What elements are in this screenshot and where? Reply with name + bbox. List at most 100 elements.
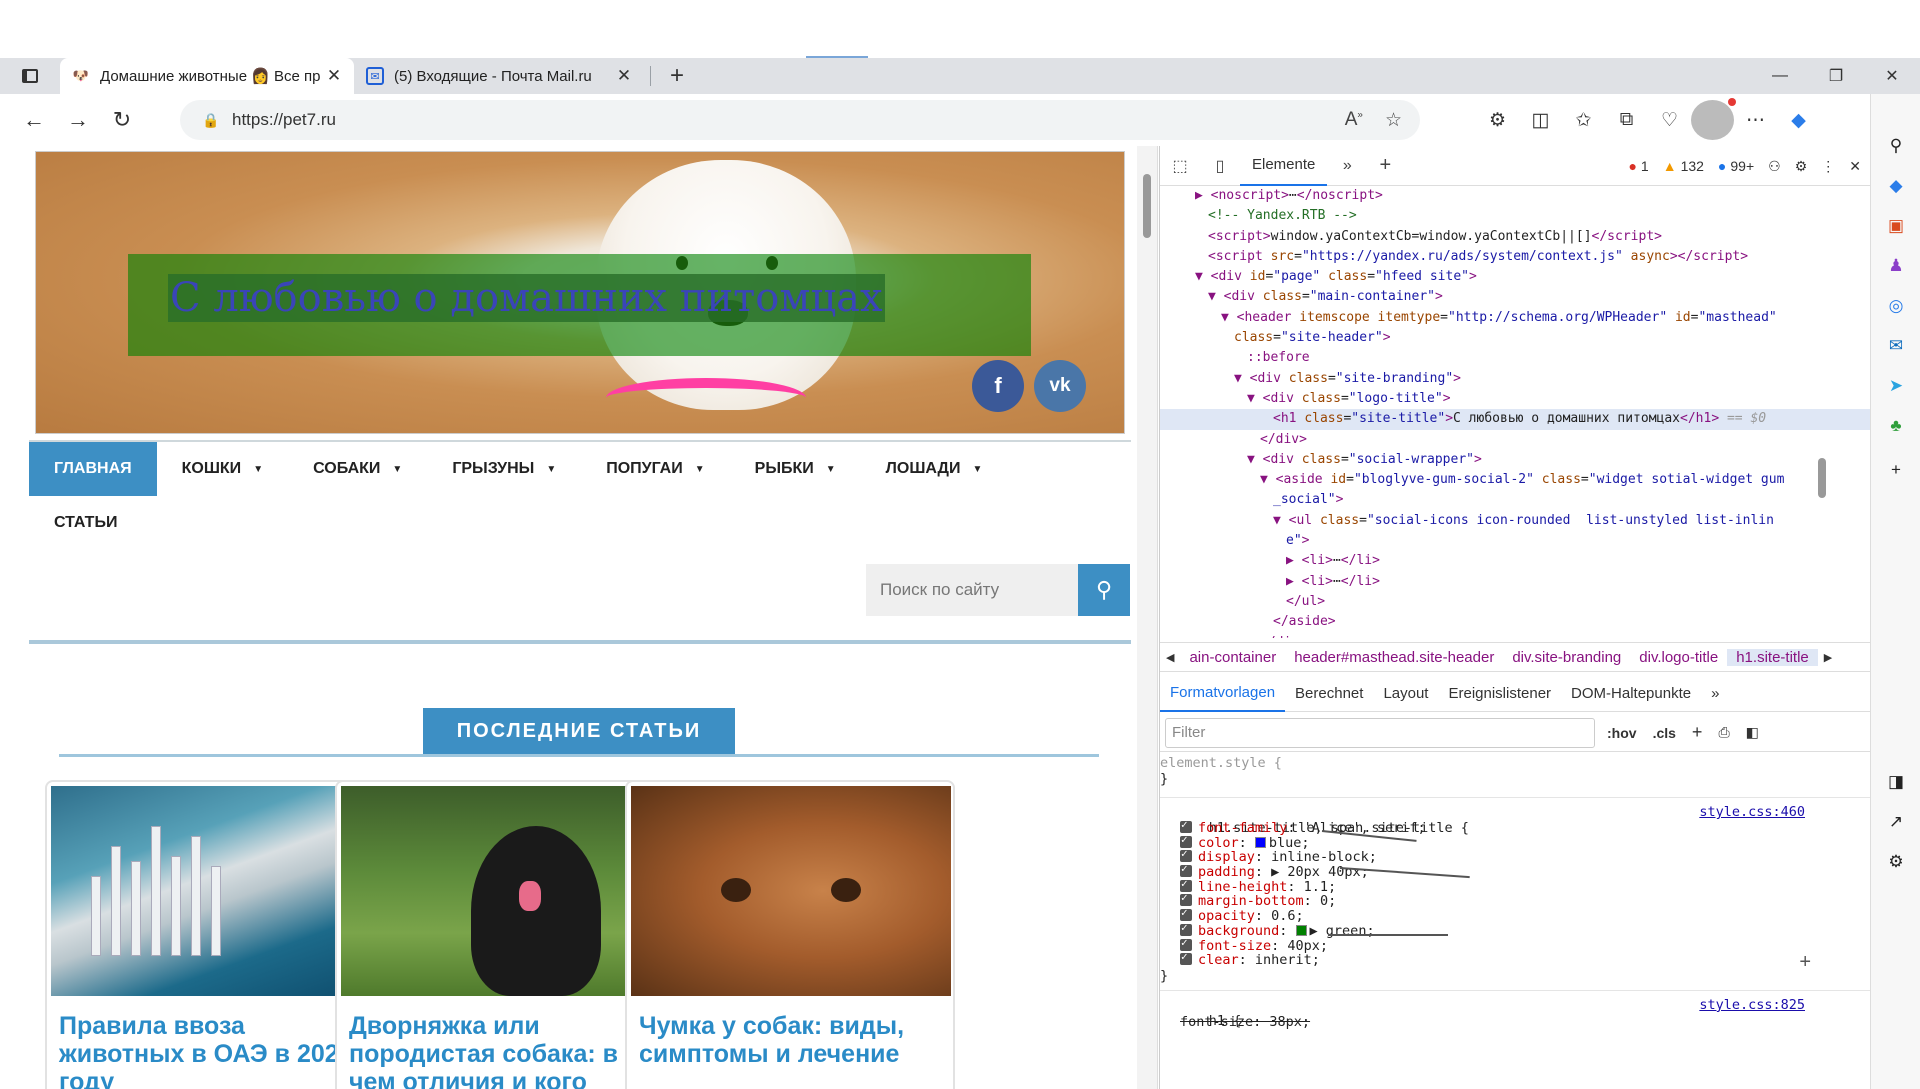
article-title[interactable]: Дворняжка или породистая собака: в чем о… — [341, 996, 659, 1089]
nav-item-cats[interactable]: КОШКИ ▼ — [157, 442, 288, 496]
css-declaration[interactable]: padding: ▶ 20px 40px; — [1160, 862, 1871, 880]
dom-node-line[interactable]: ▶ <noscript>⋯</noscript> — [1160, 186, 1871, 206]
close-icon[interactable]: ✕ — [324, 66, 344, 86]
checkbox-icon[interactable] — [1180, 906, 1192, 922]
dom-scrollbar[interactable] — [1816, 198, 1828, 638]
close-devtools-icon[interactable]: ✕ — [1849, 158, 1861, 175]
profile-avatar[interactable] — [1691, 98, 1736, 140]
checkbox-icon[interactable] — [1180, 950, 1192, 966]
extensions-icon[interactable]: ⚙ — [1476, 100, 1519, 140]
tab-event-listeners[interactable]: Ereignislistener — [1438, 676, 1561, 712]
outlook-icon[interactable]: ✉ — [1880, 330, 1912, 362]
read-aloud-icon[interactable]: A» — [1345, 109, 1363, 131]
scrollbar-thumb[interactable] — [1818, 458, 1826, 498]
dom-node-line[interactable]: ▼ <aside id="bloglyve-gum-social-2" clas… — [1160, 470, 1871, 490]
favorite-star-icon[interactable]: ☆ — [1385, 109, 1402, 132]
dom-node-line[interactable]: class="site-header"> — [1160, 328, 1871, 348]
lock-icon[interactable]: 🔒 — [202, 112, 219, 129]
hov-toggle[interactable]: :hov — [1607, 725, 1637, 741]
tools-icon[interactable]: ▣ — [1880, 210, 1912, 242]
sidebar-toggle-icon[interactable]: ◧ — [1746, 724, 1759, 741]
css-declaration[interactable]: font-size: 40px; — [1160, 936, 1871, 954]
settings-gear-icon[interactable]: ⚙ — [1795, 158, 1808, 175]
tab-elements[interactable]: Elemente — [1240, 146, 1328, 186]
telegram-icon[interactable]: ➤ — [1880, 370, 1912, 402]
reload-button[interactable]: ↻ — [100, 100, 144, 140]
breadcrumb-item[interactable]: header#masthead.site-header — [1285, 649, 1503, 666]
dom-node-line[interactable]: ▼ <div class="logo-title"> — [1160, 389, 1871, 409]
add-declaration-icon[interactable]: + — [1799, 951, 1811, 974]
article-card[interactable]: Правила ввоза животных в ОАЭ в 2023 году — [45, 780, 375, 1089]
dom-node-line[interactable]: ▶ <li>⋯</li> — [1160, 572, 1871, 592]
breadcrumb-item[interactable]: div.site-branding — [1503, 649, 1630, 666]
vk-icon[interactable]: vk — [1034, 360, 1086, 412]
dom-node-line[interactable]: ▼ <header itemscope itemtype="http://sch… — [1160, 308, 1871, 328]
new-tab-button[interactable]: + — [657, 62, 697, 90]
copilot-app-icon[interactable]: ◎ — [1880, 290, 1912, 322]
hide-sidebar-icon[interactable]: ◨ — [1880, 766, 1912, 798]
dom-node-line[interactable]: ▼ <div class="site-branding"> — [1160, 369, 1871, 389]
filter-input[interactable]: Filter — [1165, 717, 1595, 748]
dom-node-line[interactable]: <script src="https://yandex.ru/ads/syste… — [1160, 247, 1871, 267]
rule-source-link[interactable]: style.css:460 — [1699, 804, 1805, 820]
checkbox-icon[interactable] — [1180, 891, 1192, 907]
more-menu-icon[interactable]: ⋯ — [1734, 100, 1777, 140]
article-title[interactable]: Чумка у собак: виды, симптомы и лечение — [631, 996, 949, 1068]
more-tabs-icon[interactable]: » — [1327, 157, 1367, 175]
tab-computed[interactable]: Berechnet — [1285, 676, 1373, 712]
checkbox-icon[interactable] — [1180, 862, 1192, 878]
checkbox-icon[interactable] — [1180, 818, 1192, 833]
css-declaration[interactable]: color: blue; — [1160, 833, 1871, 851]
css-declaration[interactable]: line-height: 1.1; — [1160, 877, 1871, 895]
sidebar-settings-icon[interactable]: ⚙ — [1880, 846, 1912, 878]
dom-node-line[interactable]: </aside> — [1160, 612, 1871, 632]
device-toolbar-icon[interactable]: ▯ — [1200, 156, 1240, 176]
dom-node-line[interactable]: <h1 class="site-title">С любовью о домаш… — [1160, 409, 1871, 430]
breadcrumb-item[interactable]: div.logo-title — [1630, 649, 1727, 666]
shopping-tag-icon[interactable]: ◆ — [1880, 170, 1912, 202]
more-subtabs-icon[interactable]: » — [1701, 676, 1729, 712]
favorites-icon[interactable]: ✩ — [1562, 100, 1605, 140]
checkbox-icon[interactable] — [1180, 833, 1192, 848]
dom-node-line[interactable]: e"> — [1160, 531, 1871, 551]
new-rule-icon[interactable]: + — [1692, 722, 1703, 743]
copilot-icon[interactable]: ◆ — [1777, 100, 1820, 140]
tab-actions-button[interactable] — [0, 58, 60, 94]
article-image-beagle[interactable] — [631, 786, 951, 996]
checkbox-icon[interactable] — [1180, 847, 1192, 863]
browser-essentials-icon[interactable]: ♡ — [1648, 100, 1691, 140]
article-image-dubai[interactable] — [51, 786, 371, 996]
error-count[interactable]: 1 — [1628, 158, 1649, 174]
search-button[interactable]: ⚲ — [1078, 564, 1130, 616]
nav-item-parrots[interactable]: ПОПУГАИ ▼ — [581, 442, 729, 496]
dom-node-line[interactable]: ▶ <li>⋯</li> — [1160, 551, 1871, 571]
site-title-box[interactable]: С любовью о домашних питомцах — [128, 254, 1031, 356]
article-card[interactable]: Дворняжка или породистая собака: в чем о… — [335, 780, 665, 1089]
nav-item-horses[interactable]: ЛОШАДИ ▼ — [861, 442, 1008, 496]
color-swatch[interactable] — [1254, 836, 1266, 848]
css-declaration[interactable]: opacity: 0.6; — [1160, 906, 1871, 924]
cls-toggle[interactable]: .cls — [1653, 725, 1676, 741]
more-options-icon[interactable]: ⋮ — [1821, 158, 1835, 175]
article-image-dog-paw[interactable] — [341, 786, 661, 996]
scrollbar-thumb[interactable] — [1143, 174, 1151, 238]
warning-count[interactable]: 132 — [1663, 158, 1704, 174]
facebook-icon[interactable]: f — [972, 360, 1024, 412]
nav-item-articles[interactable]: СТАТЬИ — [29, 496, 1131, 550]
checkbox-icon[interactable] — [1180, 921, 1192, 936]
search-input[interactable]: Поиск по сайту — [866, 564, 1078, 616]
open-external-icon[interactable]: ↗ — [1880, 806, 1912, 838]
article-title[interactable]: Правила ввоза животных в ОАЭ в 2023 году — [51, 996, 369, 1089]
restore-icon[interactable]: ❐ — [1808, 58, 1864, 94]
css-declaration[interactable]: display: inline-block; — [1160, 847, 1871, 865]
css-declaration[interactable]: clear: inherit; — [1160, 950, 1871, 968]
checkbox-icon[interactable] — [1180, 936, 1192, 951]
dom-node-line[interactable]: <script>window.yaContextCb=window.yaCont… — [1160, 227, 1871, 247]
dom-node-line[interactable]: </div> — [1160, 633, 1871, 638]
search-icon[interactable]: ⚲ — [1880, 130, 1912, 162]
issues-icon[interactable]: ⚇ — [1768, 158, 1781, 175]
dom-node-line[interactable]: ▼ <ul class="social-icons icon-rounded l… — [1160, 511, 1871, 531]
tab-mail[interactable]: ✉ (5) Входящие - Почта Mail.ru ✕ — [354, 58, 644, 94]
dom-node-line[interactable]: ::before — [1160, 348, 1871, 368]
close-icon[interactable]: ✕ — [614, 66, 634, 86]
